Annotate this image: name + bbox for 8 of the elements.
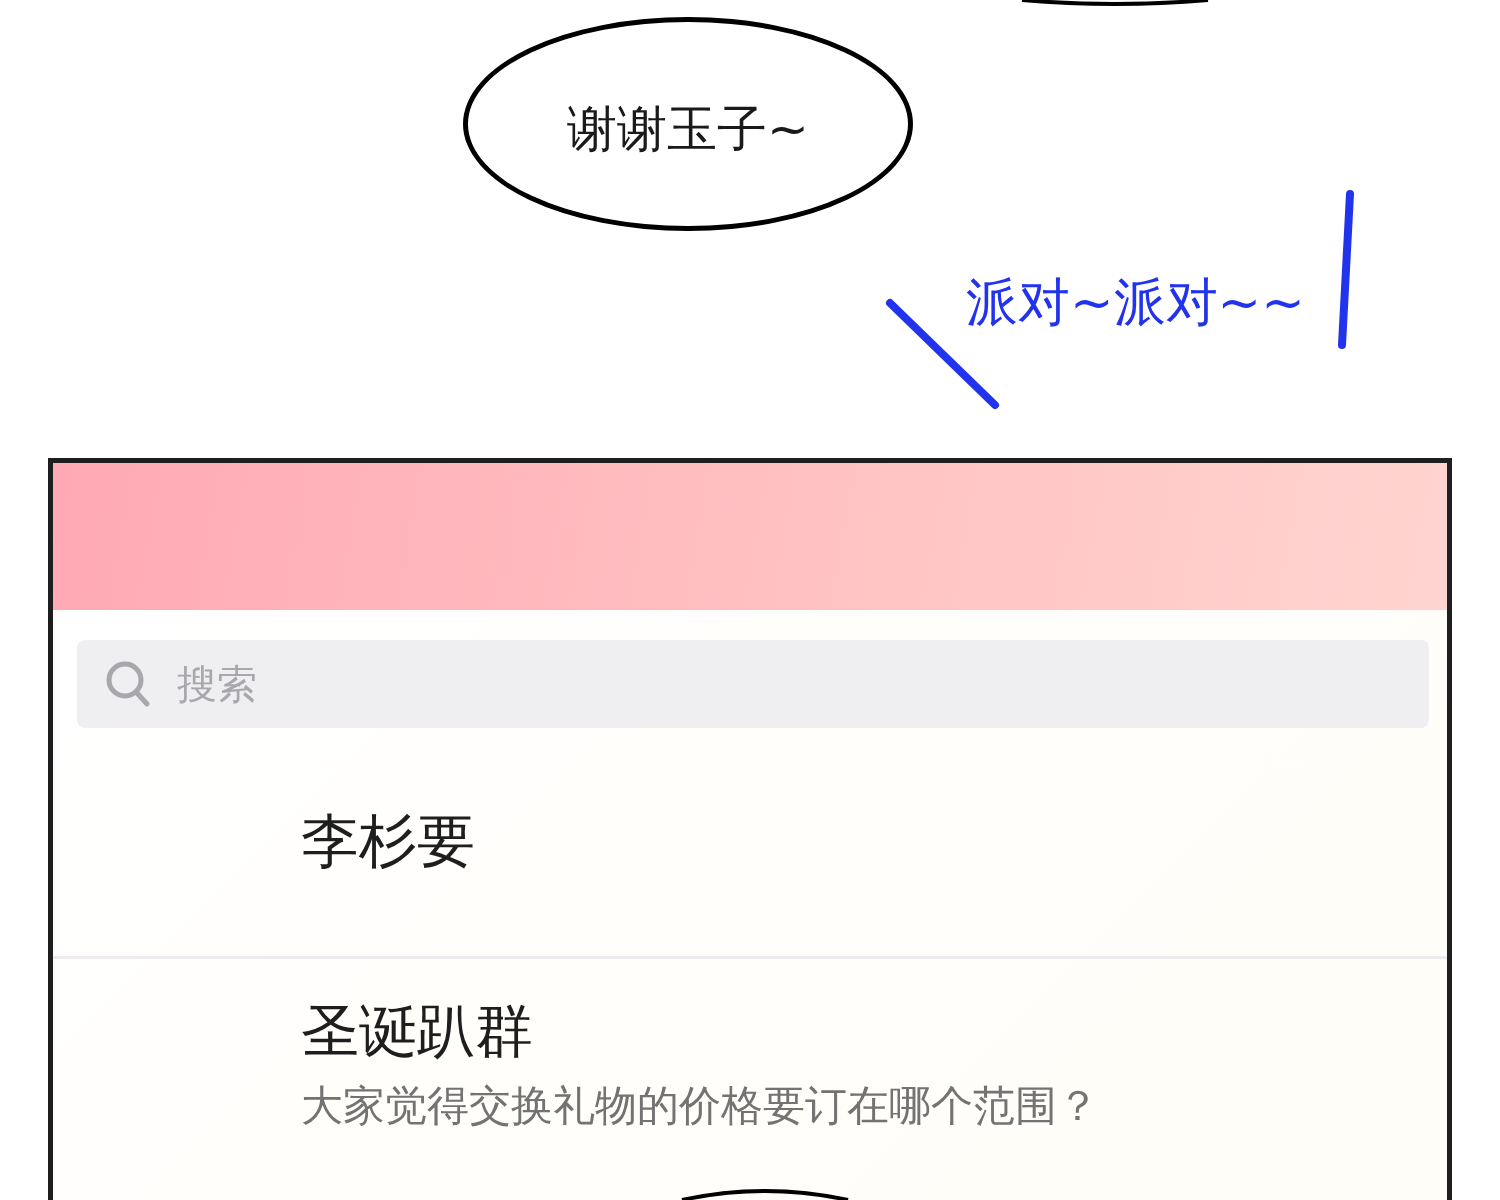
chat-name: 李杉要 bbox=[301, 807, 475, 877]
chat-name: 圣诞趴群 bbox=[301, 996, 533, 1067]
sound-effect-text: 派对~派对~~ bbox=[966, 271, 1305, 334]
speech-text: 谢谢玉子~ bbox=[567, 98, 809, 160]
chat-item[interactable]: 李杉要 bbox=[53, 728, 1447, 959]
chat-item[interactable]: 圣诞趴群 大家觉得交换礼物的价格要订在哪个范围？ bbox=[53, 958, 1447, 1200]
search-field[interactable]: 搜索 bbox=[77, 640, 1429, 728]
message-preview: 大家觉得交换礼物的价格要订在哪个范围？ bbox=[301, 1080, 1099, 1133]
